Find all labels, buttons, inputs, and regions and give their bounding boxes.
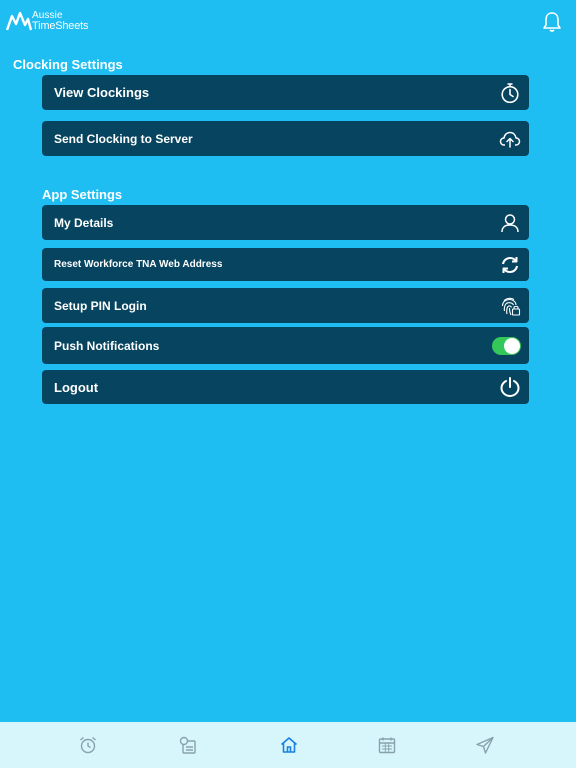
tab-calendar[interactable] [377,735,397,755]
logo-text: Aussie TimeSheets [32,10,88,32]
app-settings-title: App Settings [42,187,123,202]
notification-button[interactable] [542,11,562,33]
reset-web-address-label: Reset Workforce TNA Web Address [54,259,223,270]
toggle-knob [504,337,520,354]
app-header: Aussie TimeSheets [0,0,576,44]
alarm-clock-icon [80,736,96,754]
mountain-logo-icon [6,11,32,31]
bell-icon [543,12,561,32]
tab-send[interactable] [475,735,495,755]
push-notifications-label: Push Notifications [54,338,160,353]
push-notifications-row: Push Notifications [42,327,529,364]
calendar-icon [378,737,396,754]
tab-timesheet[interactable] [178,735,198,755]
push-notifications-toggle[interactable] [492,336,521,355]
logout-label: Logout [54,379,99,395]
setup-pin-login-button[interactable]: Setup PIN Login [42,288,529,323]
power-icon [500,377,520,398]
tab-clock[interactable] [78,735,98,755]
my-details-button[interactable]: My Details [42,205,529,240]
view-clockings-button[interactable]: View Clockings [42,75,529,110]
app-logo: Aussie TimeSheets [6,8,90,36]
tab-home[interactable] [279,735,299,755]
view-clockings-label: View Clockings [54,85,150,100]
reset-web-address-button[interactable]: Reset Workforce TNA Web Address [42,248,529,281]
send-clocking-button[interactable]: Send Clocking to Server [42,121,529,156]
sync-icon [502,256,518,273]
logout-button[interactable]: Logout [42,370,529,404]
my-details-label: My Details [54,215,114,230]
send-clocking-label: Send Clocking to Server [54,131,193,146]
fingerprint-icon [501,297,521,316]
bottom-nav [0,722,576,768]
setup-pin-login-label: Setup PIN Login [54,298,147,313]
home-icon [280,737,298,753]
timesheet-icon [179,736,196,754]
send-icon [476,736,494,754]
cloud-upload-icon [499,131,521,148]
user-icon [501,213,519,232]
logo-text-line2: TimeSheets [32,20,89,32]
clocking-settings-title: Clocking Settings [13,57,123,72]
stopwatch-icon [501,82,519,103]
